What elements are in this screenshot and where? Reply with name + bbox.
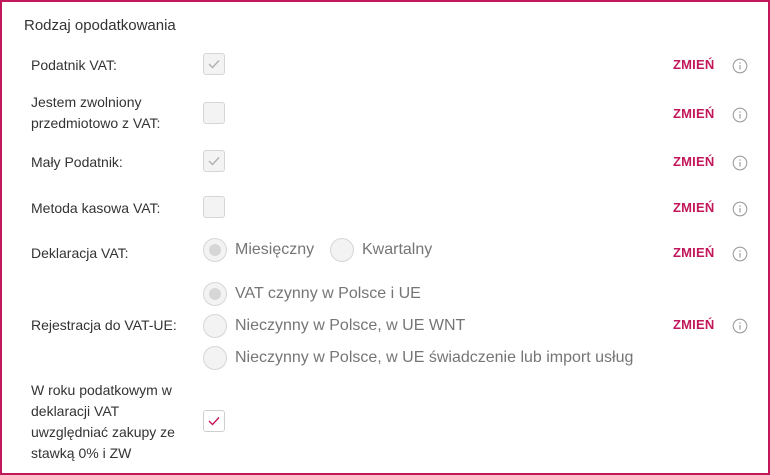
radio-inactive-wnt-label[interactable]: Nieczynny w Polsce, w UE WNT bbox=[235, 317, 465, 335]
zero-rate-label-line3: uwzględniać zakupy ze bbox=[31, 424, 175, 440]
cash-method-label: Metoda kasowa VAT: bbox=[31, 200, 161, 216]
info-icon[interactable] bbox=[732, 246, 748, 262]
vat-ue-label: Rejestracja do VAT-UE: bbox=[31, 317, 177, 333]
radio-inactive-services[interactable] bbox=[203, 346, 227, 370]
vat-exempt-label-line2: przedmiotowo z VAT: bbox=[31, 115, 161, 131]
vat-exempt-label-line1: Jestem zwolniony bbox=[31, 94, 142, 110]
change-vat-ue-button[interactable]: ZMIEŃ bbox=[673, 317, 714, 332]
info-icon[interactable] bbox=[732, 155, 748, 171]
change-cash-method-button[interactable]: ZMIEŃ bbox=[673, 200, 714, 215]
checkmark-icon bbox=[208, 157, 220, 166]
tax-settings-panel: Rodzaj opodatkowania Podatnik VAT: ZMIEŃ… bbox=[0, 0, 770, 475]
info-icon[interactable] bbox=[732, 318, 748, 334]
radio-monthly[interactable] bbox=[203, 238, 227, 262]
zero-rate-label-line1: W roku podatkowym w bbox=[31, 382, 172, 398]
info-icon[interactable] bbox=[732, 201, 748, 217]
info-icon[interactable] bbox=[732, 58, 748, 74]
cash-method-checkbox[interactable] bbox=[203, 196, 225, 218]
checkmark-icon bbox=[208, 60, 220, 69]
checkmark-icon bbox=[208, 417, 220, 426]
small-taxpayer-checkbox[interactable] bbox=[203, 150, 225, 172]
change-vat-exempt-button[interactable]: ZMIEŃ bbox=[673, 106, 714, 121]
radio-vat-active-label[interactable]: VAT czynny w Polsce i UE bbox=[235, 285, 421, 303]
zero-rate-checkbox[interactable] bbox=[203, 410, 225, 432]
zero-rate-label-line2: deklaracji VAT bbox=[31, 403, 120, 419]
section-title: Rodzaj opodatkowania bbox=[24, 17, 176, 34]
radio-inactive-services-label[interactable]: Nieczynny w Polsce, w UE świadczenie lub… bbox=[235, 349, 633, 367]
radio-quarterly-label[interactable]: Kwartalny bbox=[362, 241, 432, 259]
vat-payer-checkbox[interactable] bbox=[203, 53, 225, 75]
vat-declaration-label: Deklaracja VAT: bbox=[31, 245, 129, 261]
radio-inactive-wnt[interactable] bbox=[203, 314, 227, 338]
zero-rate-label-line4: stawką 0% i ZW bbox=[31, 445, 132, 461]
radio-quarterly[interactable] bbox=[330, 238, 354, 262]
change-vat-declaration-button[interactable]: ZMIEŃ bbox=[673, 245, 714, 260]
info-icon[interactable] bbox=[732, 107, 748, 123]
vat-exempt-checkbox[interactable] bbox=[203, 102, 225, 124]
radio-vat-active[interactable] bbox=[203, 282, 227, 306]
radio-monthly-label[interactable]: Miesięczny bbox=[235, 241, 314, 259]
change-vat-payer-button[interactable]: ZMIEŃ bbox=[673, 57, 714, 72]
vat-payer-label: Podatnik VAT: bbox=[31, 57, 117, 73]
small-taxpayer-label: Mały Podatnik: bbox=[31, 154, 123, 170]
change-small-taxpayer-button[interactable]: ZMIEŃ bbox=[673, 154, 714, 169]
